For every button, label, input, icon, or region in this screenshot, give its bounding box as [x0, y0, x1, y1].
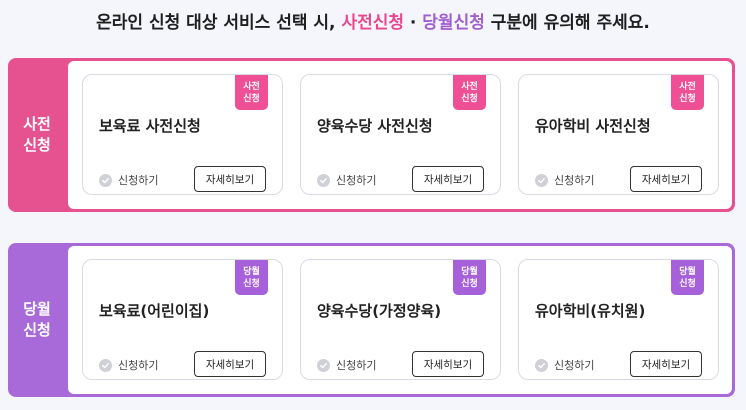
detail-button[interactable]: 자세히보기: [194, 166, 266, 192]
advance-label-line1: 사전: [23, 115, 51, 133]
check-icon: [99, 173, 112, 187]
notice-prefix: 온라인 신청 대상 서비스 선택 시,: [96, 13, 342, 33]
monthly-badge: 당월 신청: [671, 260, 704, 295]
card-title: 유아학비(유치원): [535, 302, 646, 320]
check-icon: [535, 173, 548, 187]
apply-link[interactable]: 신청하기: [317, 357, 376, 373]
badge-line1: 당월: [461, 266, 478, 277]
badge-line2: 신청: [679, 93, 696, 104]
detail-button[interactable]: 자세히보기: [412, 351, 484, 377]
notice-suffix: 구분에 유의해 주세요.: [484, 13, 650, 33]
application-notice: 온라인 신청 대상 서비스 선택 시, 사전신청 · 당월신청 구분에 유의해 …: [0, 8, 746, 38]
service-card-kindergarten-monthly: 당월 신청 유아학비(유치원) 신청하기 자세히보기: [518, 259, 719, 380]
advance-badge: 사전 신청: [235, 75, 268, 110]
service-card-homecare-advance: 사전 신청 양육수당 사전신청 신청하기 자세히보기: [300, 74, 501, 195]
card-title: 유아학비 사전신청: [535, 117, 651, 135]
badge-line1: 사전: [243, 81, 260, 92]
apply-link[interactable]: 신청하기: [99, 172, 158, 188]
card-title: 양육수당(가정양육): [317, 302, 442, 320]
apply-link[interactable]: 신청하기: [317, 172, 376, 188]
detail-button[interactable]: 자세히보기: [412, 166, 484, 192]
card-title: 보육료(어린이집): [99, 302, 210, 320]
apply-link[interactable]: 신청하기: [535, 172, 594, 188]
service-card-kindergarten-advance: 사전 신청 유아학비 사전신청 신청하기 자세히보기: [518, 74, 719, 195]
check-icon: [317, 358, 330, 372]
monthly-label-line2: 신청: [23, 321, 51, 339]
apply-label: 신청하기: [118, 174, 159, 187]
advance-section-body: 사전 신청 보육료 사전신청 신청하기 자세히보기 사전 신청 양육수당 사전신…: [68, 61, 732, 209]
service-card-homecare-monthly: 당월 신청 양육수당(가정양육) 신청하기 자세히보기: [300, 259, 501, 380]
monthly-label-line1: 당월: [23, 300, 51, 318]
advance-badge: 사전 신청: [671, 75, 704, 110]
monthly-badge: 당월 신청: [235, 260, 268, 295]
badge-line2: 신청: [461, 93, 478, 104]
check-icon: [99, 358, 112, 372]
monthly-badge: 당월 신청: [453, 260, 486, 295]
advance-section-label: 사전 신청: [8, 58, 66, 212]
advance-application-section: 사전 신청 사전 신청 보육료 사전신청 신청하기 자세히보기 사전 신청 양육…: [8, 58, 735, 212]
badge-line2: 신청: [243, 93, 260, 104]
check-icon: [535, 358, 548, 372]
card-title: 보육료 사전신청: [99, 117, 201, 135]
apply-link[interactable]: 신청하기: [99, 357, 158, 373]
apply-label: 신청하기: [554, 359, 595, 372]
badge-line2: 신청: [461, 278, 478, 289]
advance-label-line2: 신청: [23, 136, 51, 154]
apply-label: 신청하기: [336, 359, 377, 372]
monthly-section-label: 당월 신청: [8, 243, 66, 397]
monthly-application-section: 당월 신청 당월 신청 보육료(어린이집) 신청하기 자세히보기 당월 신청 양…: [8, 243, 735, 397]
badge-line2: 신청: [243, 278, 260, 289]
advance-badge: 사전 신청: [453, 75, 486, 110]
badge-line1: 사전: [679, 81, 696, 92]
badge-line1: 당월: [679, 266, 696, 277]
apply-label: 신청하기: [118, 359, 159, 372]
detail-button[interactable]: 자세히보기: [630, 351, 702, 377]
card-title: 양육수당 사전신청: [317, 117, 433, 135]
detail-button[interactable]: 자세히보기: [630, 166, 702, 192]
apply-link[interactable]: 신청하기: [535, 357, 594, 373]
check-icon: [317, 173, 330, 187]
apply-label: 신청하기: [336, 174, 377, 187]
detail-button[interactable]: 자세히보기: [194, 351, 266, 377]
notice-separator: ·: [404, 13, 423, 33]
apply-label: 신청하기: [554, 174, 595, 187]
badge-line2: 신청: [679, 278, 696, 289]
notice-advance-term: 사전신청: [341, 13, 404, 33]
service-card-childcare-advance: 사전 신청 보육료 사전신청 신청하기 자세히보기: [82, 74, 283, 195]
service-card-childcare-monthly: 당월 신청 보육료(어린이집) 신청하기 자세히보기: [82, 259, 283, 380]
badge-line1: 사전: [461, 81, 478, 92]
badge-line1: 당월: [243, 266, 260, 277]
monthly-section-body: 당월 신청 보육료(어린이집) 신청하기 자세히보기 당월 신청 양육수당(가정…: [68, 246, 732, 394]
notice-monthly-term: 당월신청: [422, 13, 485, 33]
